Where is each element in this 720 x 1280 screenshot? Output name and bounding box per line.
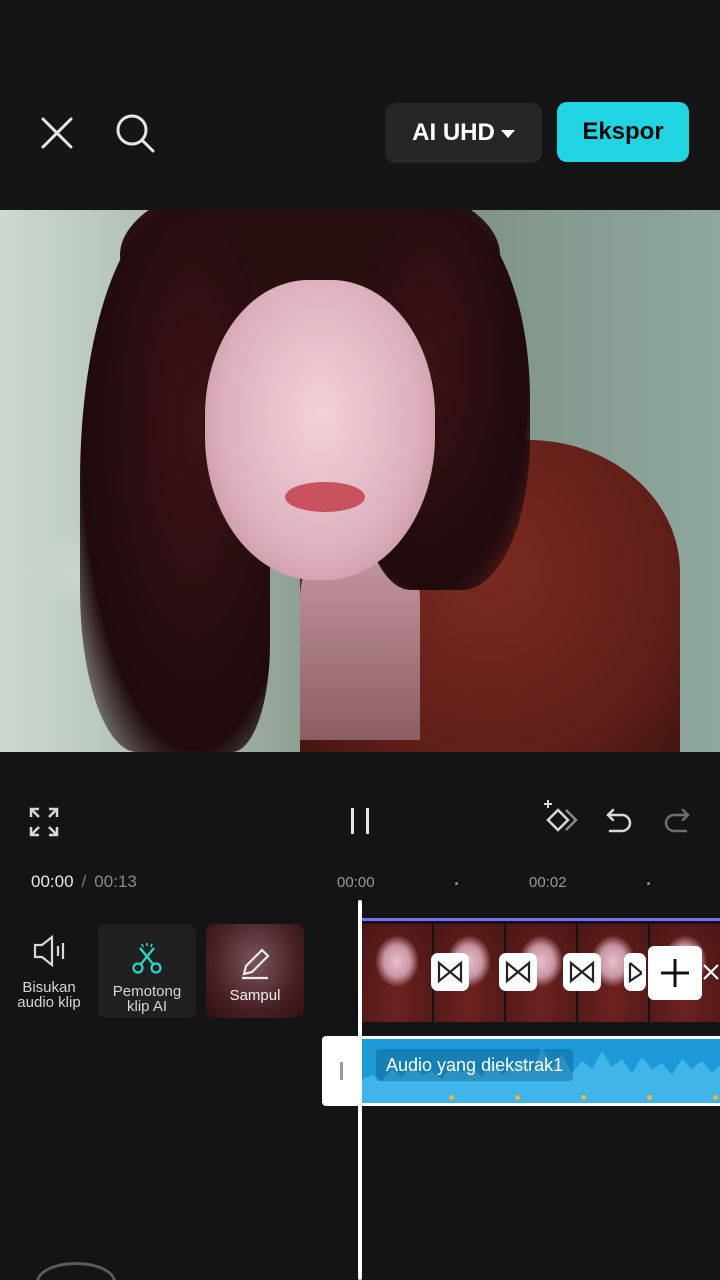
add-clip-button[interactable] (648, 946, 702, 1000)
audio-clip-label: Audio yang diekstrak1 (376, 1049, 574, 1081)
search-icon[interactable] (108, 106, 162, 160)
beat-marker (713, 1095, 718, 1100)
total-time: 00:13 (94, 872, 137, 891)
redo-icon[interactable] (660, 804, 696, 838)
ai-cutter-label-line1: Pemotong (112, 983, 182, 1000)
audio-trim-handle[interactable] (322, 1036, 362, 1106)
close-icon[interactable] (32, 108, 82, 158)
keyframe-add-icon[interactable] (538, 800, 584, 842)
beat-marker (647, 1095, 652, 1100)
transition-icon[interactable] (702, 953, 720, 991)
beat-marker (581, 1095, 586, 1100)
playback-controls (0, 752, 720, 860)
cover-button[interactable]: Sampul (206, 924, 304, 1018)
pause-icon[interactable] (342, 802, 378, 840)
ai-cutter-label-line2: klip AI (126, 998, 168, 1015)
beat-marker (515, 1095, 520, 1100)
quality-selector-button[interactable]: AI UHD (385, 103, 542, 163)
transition-icon[interactable] (499, 953, 537, 991)
transition-icon[interactable] (624, 953, 646, 991)
scissors-icon (132, 943, 162, 974)
speaker-icon (33, 934, 65, 968)
current-time: 00:00 (31, 872, 74, 891)
edit-pencil-icon (242, 948, 270, 980)
timecode-display: 00:00 / 00:13 (31, 872, 137, 892)
time-separator: / (81, 872, 87, 891)
fullscreen-icon[interactable] (26, 804, 62, 840)
video-preview[interactable] (0, 210, 720, 752)
transition-icon[interactable] (563, 953, 601, 991)
ai-clip-cutter-button[interactable]: Pemotong klip AI (98, 924, 196, 1018)
playhead[interactable] (358, 900, 362, 1280)
ruler-label: 00:00 (337, 874, 375, 891)
ruler-label: 00:02 (529, 874, 567, 891)
mute-audio-button[interactable]: Bisukan audio klip (8, 932, 90, 1010)
chevron-down-icon (500, 130, 515, 138)
ruler-tick (647, 882, 650, 885)
cover-label: Sampul (229, 987, 281, 1004)
undo-icon[interactable] (600, 804, 636, 838)
export-button[interactable]: Ekspor (557, 102, 689, 162)
top-bar: AI UHD Ekspor (0, 0, 720, 210)
audio-track[interactable]: Audio yang diekstrak1 (362, 1036, 720, 1106)
transition-icon[interactable] (431, 953, 469, 991)
plus-icon (661, 959, 689, 987)
mute-label-line1: Bisukan (22, 979, 76, 996)
beat-marker (449, 1095, 454, 1100)
floating-button-partial[interactable] (36, 1262, 116, 1280)
quality-label: AI UHD (412, 119, 495, 146)
mute-label-line2: audio klip (17, 994, 81, 1011)
ruler-tick (455, 882, 458, 885)
clip-thumbnail[interactable] (362, 924, 432, 1022)
